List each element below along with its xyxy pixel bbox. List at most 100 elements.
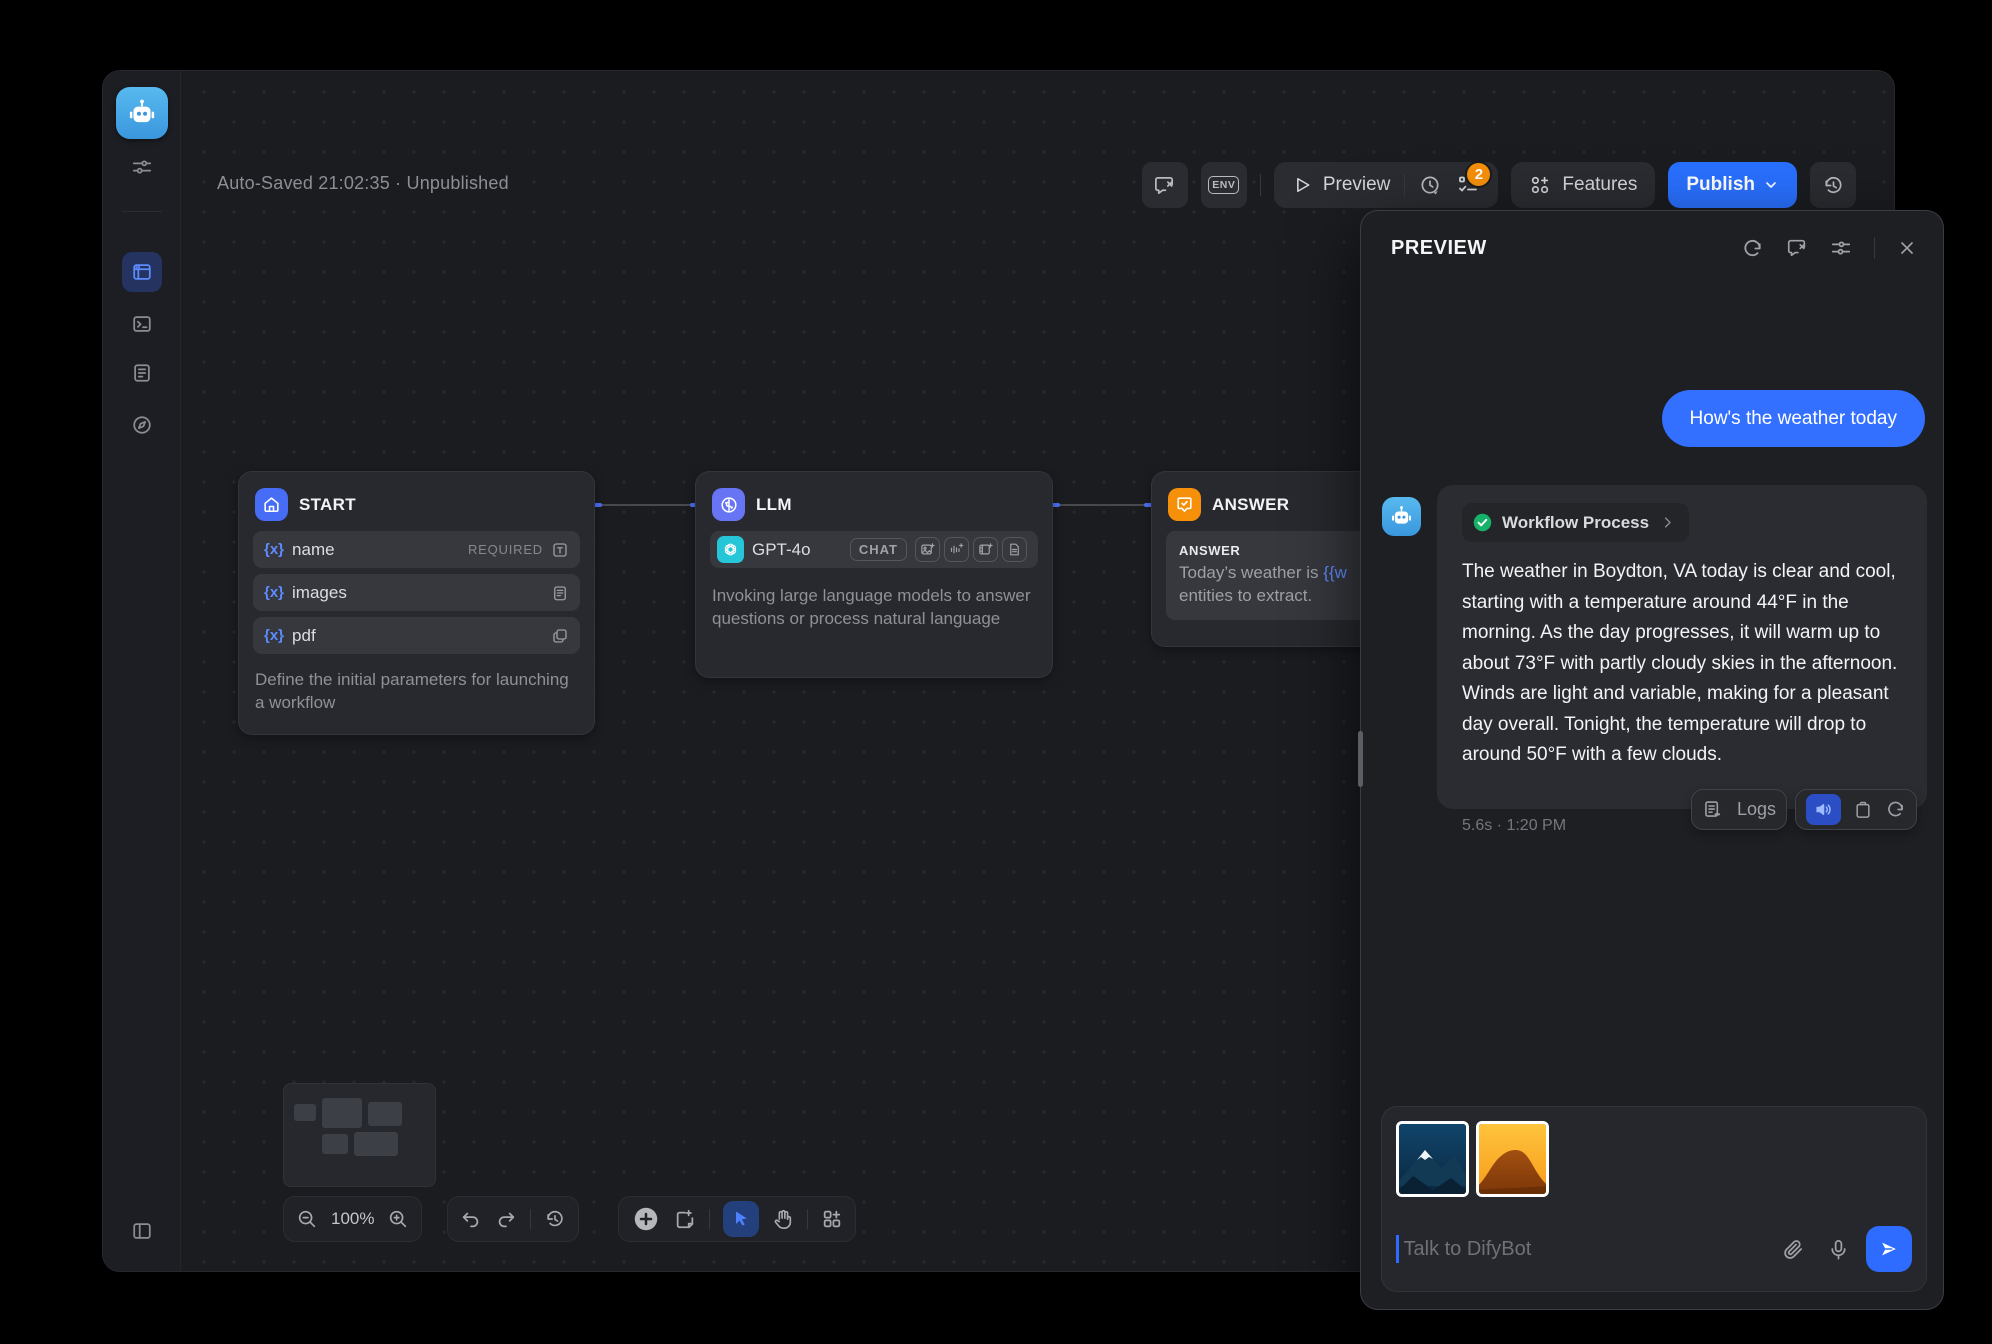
- hand-mode-button[interactable]: [772, 1208, 794, 1230]
- files-type-icon: [551, 627, 569, 645]
- run-history-icon[interactable]: [1419, 174, 1442, 197]
- attach-file-icon[interactable]: [1782, 1238, 1805, 1261]
- workflow-process-label: Workflow Process: [1502, 513, 1649, 533]
- model-name: GPT-4o: [752, 540, 811, 560]
- version-history-button[interactable]: [1810, 162, 1856, 208]
- app-avatar[interactable]: [116, 87, 168, 139]
- regenerate-icon[interactable]: [1885, 799, 1906, 820]
- chat-text-input[interactable]: [1402, 1237, 1783, 1262]
- header-divider: [1874, 237, 1875, 259]
- restart-conversation-icon[interactable]: [1741, 237, 1764, 260]
- user-message-text: How's the weather today: [1690, 408, 1897, 430]
- history-icon: [1822, 174, 1845, 197]
- collapse-sidebar-button[interactable]: [122, 1211, 162, 1251]
- variable-icon: {x}: [264, 627, 284, 644]
- user-message-bubble: How's the weather today: [1662, 390, 1925, 447]
- undo-icon[interactable]: [460, 1208, 482, 1230]
- paragraph-type-icon: [551, 584, 569, 602]
- preview-run-button[interactable]: Preview: [1292, 174, 1391, 196]
- preview-panel-title: PREVIEW: [1391, 237, 1741, 260]
- send-button[interactable]: [1866, 1226, 1912, 1272]
- organize-nodes-icon[interactable]: [821, 1208, 843, 1230]
- zoom-out-icon[interactable]: [296, 1208, 318, 1230]
- logs-icon: [1702, 799, 1723, 820]
- message-meta: 5.6s · 1:20 PM: [1462, 817, 1566, 835]
- add-node-button[interactable]: [631, 1204, 661, 1234]
- node-description: Define the initial parameters for launch…: [239, 660, 594, 729]
- attached-image-mountain-night[interactable]: [1396, 1121, 1469, 1197]
- redo-icon[interactable]: [495, 1208, 517, 1230]
- openai-logo-icon: [717, 536, 744, 563]
- change-history-icon[interactable]: [544, 1208, 566, 1230]
- document-capability-icon: [1002, 537, 1027, 562]
- variable-icon: {x}: [264, 541, 284, 558]
- preview-run-label: Preview: [1323, 174, 1391, 196]
- logs-label: Logs: [1737, 799, 1776, 820]
- tune-rail-button[interactable]: [122, 147, 162, 187]
- text-input-type-icon: [551, 541, 569, 559]
- zoom-in-icon[interactable]: [387, 1208, 409, 1230]
- annotation-icon[interactable]: [1786, 237, 1808, 259]
- annotation-icon: [1153, 174, 1176, 197]
- speaker-icon[interactable]: [1806, 794, 1841, 825]
- preview-panel: PREVIEW How's the weather today: [1360, 210, 1944, 1310]
- microphone-icon[interactable]: [1827, 1238, 1850, 1261]
- bot-message-card: Workflow Process The weather in Boydton,…: [1437, 485, 1927, 809]
- start-field-pdf[interactable]: {x} pdf: [253, 617, 580, 654]
- workflow-process-toggle[interactable]: Workflow Process: [1462, 503, 1689, 542]
- field-label: name: [292, 540, 335, 560]
- annotation-button[interactable]: [1142, 162, 1188, 208]
- env-icon: ENV: [1208, 176, 1239, 194]
- toolbar-divider: [1260, 174, 1261, 196]
- publish-button[interactable]: Publish: [1668, 162, 1797, 208]
- env-variables-button[interactable]: ENV: [1201, 162, 1247, 208]
- node-tools: [618, 1196, 856, 1242]
- left-rail: [103, 71, 181, 1271]
- zoom-level[interactable]: 100%: [331, 1209, 374, 1229]
- start-field-name[interactable]: {x} name REQUIRED: [253, 531, 580, 568]
- copy-icon[interactable]: [1853, 800, 1873, 820]
- success-check-icon: [1472, 512, 1493, 533]
- node-llm[interactable]: LLM GPT-4o CHAT: [695, 471, 1053, 678]
- variable-icon: {x}: [264, 584, 284, 601]
- settings-slider-icon[interactable]: [1830, 237, 1852, 259]
- chat-mode-badge: CHAT: [850, 538, 907, 561]
- message-tools: [1795, 789, 1917, 830]
- message-action-bar: Logs: [1691, 789, 1917, 830]
- autosave-status: Auto-Saved 21:02:35 · Unpublished: [217, 173, 509, 194]
- field-label: pdf: [292, 626, 316, 646]
- preview-panel-header: PREVIEW: [1361, 211, 1943, 285]
- edge-llm-answer: [1053, 504, 1151, 506]
- rail-item-logs[interactable]: [122, 353, 162, 393]
- chat-input-container: [1381, 1106, 1927, 1292]
- message-input-row: [1396, 1221, 1912, 1277]
- video-capability-icon: [973, 537, 998, 562]
- group-divider: [1404, 174, 1405, 196]
- features-button[interactable]: Features: [1511, 162, 1655, 208]
- rail-item-terminal[interactable]: [122, 304, 162, 344]
- chevron-down-icon: [1763, 177, 1779, 193]
- close-icon[interactable]: [1897, 238, 1917, 258]
- checklist-button[interactable]: 2: [1456, 173, 1480, 197]
- features-icon: [1529, 174, 1551, 196]
- bot-avatar: [1382, 497, 1421, 536]
- add-note-icon[interactable]: [674, 1208, 696, 1230]
- logs-button[interactable]: Logs: [1691, 789, 1787, 830]
- edge-start-llm: [595, 504, 695, 506]
- rail-item-orchestrate[interactable]: [122, 252, 162, 292]
- run-group: Preview 2: [1274, 162, 1499, 208]
- required-badge: REQUIRED: [468, 542, 543, 557]
- start-field-images[interactable]: {x} images: [253, 574, 580, 611]
- node-description: Invoking large language models to answer…: [696, 574, 1052, 645]
- rail-item-monitoring[interactable]: [122, 405, 162, 445]
- chat-area: How's the weather today Workflow Process…: [1361, 285, 1943, 1099]
- llm-model-row[interactable]: GPT-4o CHAT: [710, 531, 1038, 568]
- rail-divider: [122, 211, 162, 212]
- pointer-mode-button[interactable]: [723, 1201, 759, 1237]
- canvas-minimap[interactable]: [283, 1083, 436, 1187]
- features-label: Features: [1562, 174, 1637, 196]
- node-start[interactable]: START {x} name REQUIRED {x} images: [238, 471, 595, 735]
- attached-image-mountain-sunset[interactable]: [1476, 1121, 1549, 1197]
- bot-message-text: The weather in Boydton, VA today is clea…: [1462, 557, 1905, 771]
- node-title: LLM: [756, 495, 792, 515]
